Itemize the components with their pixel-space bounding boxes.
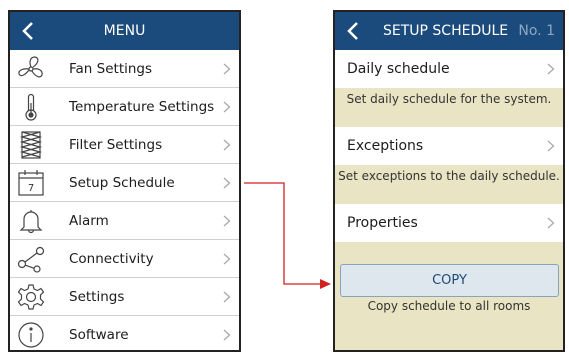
connector-arrow [244,182,331,289]
